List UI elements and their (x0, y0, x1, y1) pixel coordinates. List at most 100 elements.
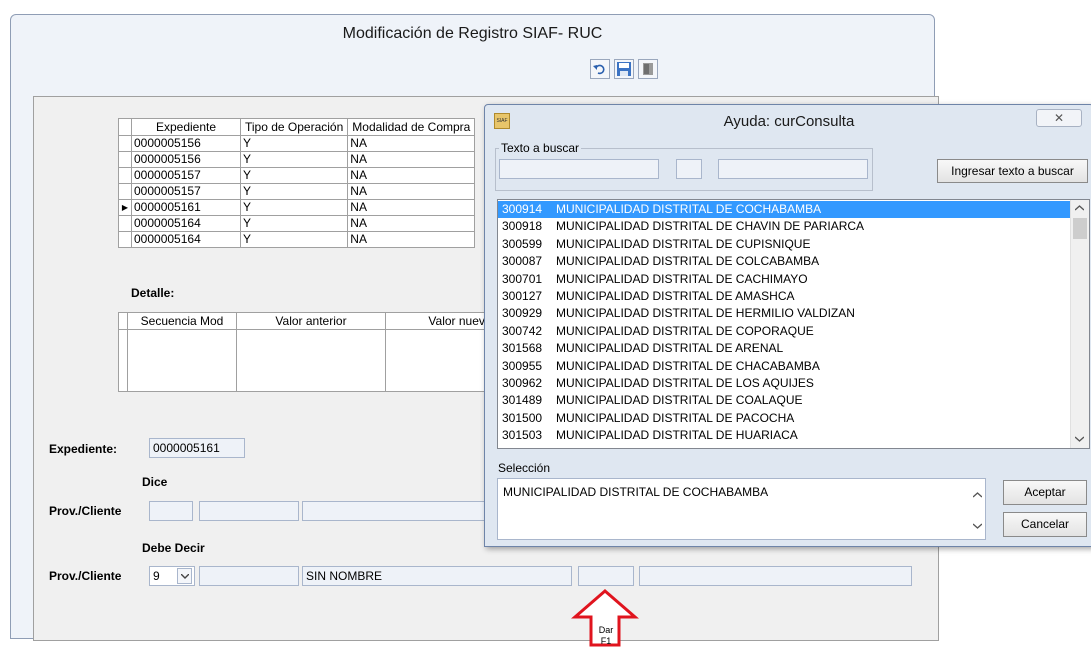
list-item[interactable]: 300918 MUNICIPALIDAD DISTRITAL DE CHAVIN … (498, 218, 1070, 235)
extra-field[interactable] (578, 566, 634, 586)
row-selector[interactable] (118, 135, 132, 152)
prov-cliente-tipo-field[interactable] (149, 501, 193, 521)
cell-tipo-operacion[interactable]: Y (239, 231, 349, 248)
table-row[interactable] (118, 329, 535, 392)
accept-button[interactable]: Aceptar (1003, 480, 1087, 505)
prov-cliente-nombre-field[interactable] (302, 501, 497, 521)
column-header-tipo-operacion[interactable]: Tipo de Operación (239, 118, 349, 136)
seleccion-textarea[interactable]: MUNICIPALIDAD DISTRITAL DE COCHABAMBA (497, 478, 986, 540)
item-code: 300087 (502, 254, 543, 269)
cell-modalidad-compra[interactable]: NA (347, 215, 476, 232)
list-item[interactable]: 300127 MUNICIPALIDAD DISTRITAL DE AMASHCA (498, 288, 1070, 305)
item-code: 300962 (502, 375, 543, 390)
hint-text: Dar F1 (591, 625, 621, 647)
scroll-down-icon (973, 523, 982, 529)
list-item[interactable]: 301568 MUNICIPALIDAD DISTRITAL DE ARENAL (498, 340, 1070, 357)
table-cell[interactable] (236, 329, 386, 392)
chevron-down-icon[interactable] (177, 568, 192, 584)
cell-tipo-operacion[interactable]: Y (239, 215, 349, 232)
window-title: Modificación de Registro SIAF- RUC (342, 25, 603, 42)
prov-cliente-ruc-field[interactable] (199, 566, 299, 586)
prov-cliente-nombre-field[interactable]: SIN NOMBRE (302, 566, 572, 586)
item-code: 300918 (502, 219, 543, 234)
search-input-3[interactable] (718, 159, 868, 179)
item-code: 300914 (502, 202, 543, 216)
list-item[interactable]: 300701 MUNICIPALIDAD DISTRITAL DE CACHIMA… (498, 271, 1070, 288)
cell-expediente[interactable]: 0000005156 (131, 135, 241, 152)
cell-modalidad-compra[interactable]: NA (347, 231, 476, 248)
scrollbar-thumb[interactable] (1073, 218, 1087, 239)
list-item[interactable]: 300929 MUNICIPALIDAD DISTRITAL DE HERMILI… (498, 305, 1070, 322)
list-item[interactable]: 301500 MUNICIPALIDAD DISTRITAL DE PACOCHA (498, 410, 1070, 427)
cell-modalidad-compra[interactable]: NA (347, 183, 476, 200)
row-selector[interactable] (118, 183, 132, 200)
cell-tipo-operacion[interactable]: Y (239, 151, 349, 168)
cell-modalidad-compra[interactable]: NA (347, 151, 476, 168)
list-item[interactable]: 300087 MUNICIPALIDAD DISTRITAL DE COLCABA… (498, 253, 1070, 270)
cell-expediente[interactable]: 0000005157 (131, 167, 241, 184)
list-item[interactable]: 300742 MUNICIPALIDAD DISTRITAL DE COPORAQ… (498, 323, 1070, 340)
list-item[interactable]: 301489 MUNICIPALIDAD DISTRITAL DE COALAQU… (498, 392, 1070, 409)
cell-expediente[interactable]: 0000005157 (131, 183, 241, 200)
row-selector[interactable] (118, 215, 132, 232)
cell-modalidad-compra[interactable]: NA (347, 167, 476, 184)
column-header-secuencia-mod[interactable]: Secuencia Mod (127, 312, 237, 330)
cell-expediente[interactable]: 0000005161 (131, 199, 241, 216)
item-code: 300955 (502, 358, 543, 373)
cell-modalidad-compra[interactable]: NA (347, 135, 476, 152)
column-header-modalidad-compra[interactable]: Modalidad de Compra (347, 118, 476, 136)
dice-label: Dice (142, 475, 168, 489)
results-list[interactable]: 300914 MUNICIPALIDAD DISTRITAL DE COCHABA… (497, 199, 1090, 449)
table-row[interactable]: 0000005164 Y NA (118, 231, 476, 248)
dialog-title: Ayuda: curConsulta (723, 113, 855, 130)
search-input-2[interactable] (676, 159, 702, 179)
table-row[interactable]: 0000005157 Y NA (118, 167, 476, 184)
row-selector[interactable] (118, 167, 132, 184)
row-selector[interactable] (118, 151, 132, 168)
cell-modalidad-compra[interactable]: NA (347, 199, 476, 216)
list-item[interactable]: 300914 MUNICIPALIDAD DISTRITAL DE COCHABA… (498, 201, 1070, 219)
search-button[interactable]: Ingresar texto a buscar (937, 159, 1088, 183)
table-row[interactable]: ▶ 0000005161 Y NA (118, 199, 476, 216)
detalle-grid[interactable]: Secuencia Mod Valor anterior Valor nuevo (118, 312, 535, 392)
save-icon (617, 62, 631, 76)
cell-tipo-operacion[interactable]: Y (239, 183, 349, 200)
column-header-valor-anterior[interactable]: Valor anterior (236, 312, 386, 330)
current-row-indicator-icon[interactable]: ▶ (118, 199, 132, 216)
exit-button[interactable] (638, 59, 658, 79)
table-row[interactable]: 0000005164 Y NA (118, 215, 476, 232)
cell-tipo-operacion[interactable]: Y (239, 135, 349, 152)
cell-expediente[interactable]: 0000005164 (131, 231, 241, 248)
prov-cliente-tipo-combo[interactable]: 9 (149, 566, 195, 586)
expedientes-grid[interactable]: Expediente Tipo de Operación Modalidad d… (118, 118, 476, 248)
save-button[interactable] (614, 59, 634, 79)
row-selector[interactable] (118, 231, 132, 248)
table-row[interactable]: 0000005157 Y NA (118, 183, 476, 200)
cell-expediente[interactable]: 0000005164 (131, 215, 241, 232)
item-code: 300742 (502, 323, 543, 338)
cell-tipo-operacion[interactable]: Y (239, 167, 349, 184)
list-item[interactable]: 300599 MUNICIPALIDAD DISTRITAL DE CUPISNI… (498, 236, 1070, 253)
table-cell[interactable] (127, 329, 237, 392)
table-row[interactable]: 0000005156 Y NA (118, 151, 476, 168)
list-item[interactable]: 301503 MUNICIPALIDAD DISTRITAL DE HUARIAC… (498, 427, 1070, 444)
extra-field-wide[interactable] (639, 566, 912, 586)
list-item[interactable]: 300955 MUNICIPALIDAD DISTRITAL DE CHACABA… (498, 358, 1070, 375)
item-name: MUNICIPALIDAD DISTRITAL DE COPORAQUE (556, 323, 814, 338)
list-scrollbar[interactable] (1070, 200, 1089, 448)
undo-button[interactable] (590, 59, 610, 79)
cell-expediente[interactable]: 0000005156 (131, 151, 241, 168)
table-row[interactable]: 0000005156 Y NA (118, 135, 476, 152)
close-button[interactable]: ✕ (1036, 109, 1082, 127)
column-header-expediente[interactable]: Expediente (131, 118, 241, 136)
cell-tipo-operacion[interactable]: Y (239, 199, 349, 216)
item-name: MUNICIPALIDAD DISTRITAL DE HERMILIO VALD… (556, 306, 855, 321)
item-code: 300701 (502, 271, 543, 286)
search-input-1[interactable] (499, 159, 659, 179)
row-selector[interactable] (118, 329, 128, 392)
cancel-button[interactable]: Cancelar (1003, 512, 1087, 537)
expediente-field[interactable]: 0000005161 (149, 438, 245, 458)
list-item[interactable]: 300962 MUNICIPALIDAD DISTRITAL DE LOS AQU… (498, 375, 1070, 392)
prov-cliente-ruc-field[interactable] (199, 501, 299, 521)
item-name: MUNICIPALIDAD DISTRITAL DE COCHABAMBA (556, 202, 822, 216)
